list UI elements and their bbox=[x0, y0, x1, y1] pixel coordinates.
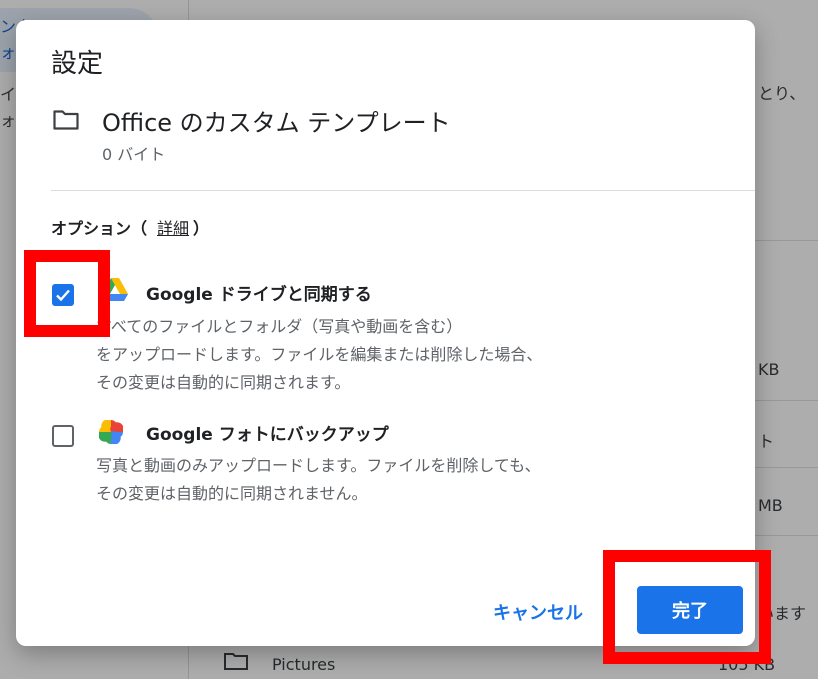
folder-icon bbox=[53, 110, 79, 130]
google-drive-icon bbox=[102, 278, 128, 301]
option-desc-line: その変更は自動的に同期されません。 bbox=[96, 484, 368, 503]
option-desc-line: をアップロードします。ファイルを編集または削除した場合、 bbox=[96, 345, 543, 364]
option-desc-line: すべてのファイルとフォルダ（写真や動画を含む） bbox=[96, 317, 463, 336]
option-desc-line: 写真と動画のみアップロードします。ファイルを削除しても、 bbox=[96, 456, 541, 475]
options-suffix: ） bbox=[193, 219, 210, 238]
sync-drive-checkbox[interactable] bbox=[52, 284, 74, 306]
folder-name: Office のカスタム テンプレート bbox=[102, 109, 451, 137]
option-title: Google フォトにバックアップ bbox=[146, 425, 389, 445]
backup-photos-checkbox[interactable] bbox=[52, 425, 74, 447]
checkmark-icon bbox=[56, 289, 70, 302]
dialog-title: 設定 bbox=[51, 49, 104, 79]
option-title: Google ドライブと同期する bbox=[146, 285, 372, 305]
done-button[interactable]: 完了 bbox=[637, 586, 743, 634]
settings-dialog: 設定 Office のカスタム テンプレート 0 バイト オプション（ 詳細） G… bbox=[16, 20, 755, 646]
google-photos-icon bbox=[99, 420, 123, 444]
option-desc-line: その変更は自動的に同期されます。 bbox=[96, 373, 351, 392]
option-description: すべてのファイルとフォルダ（写真や動画を含む） をアップロードします。ファイルを… bbox=[96, 313, 542, 397]
cancel-button[interactable]: キャンセル bbox=[478, 592, 598, 632]
options-heading: オプション（ 詳細） bbox=[51, 215, 209, 239]
details-link[interactable]: 詳細 bbox=[157, 219, 189, 238]
folder-size: 0 バイト bbox=[102, 145, 166, 164]
option-description: 写真と動画のみアップロードします。ファイルを削除しても、 その変更は自動的に同期… bbox=[96, 452, 541, 508]
divider bbox=[51, 190, 755, 191]
options-prefix: オプション（ bbox=[51, 219, 148, 238]
